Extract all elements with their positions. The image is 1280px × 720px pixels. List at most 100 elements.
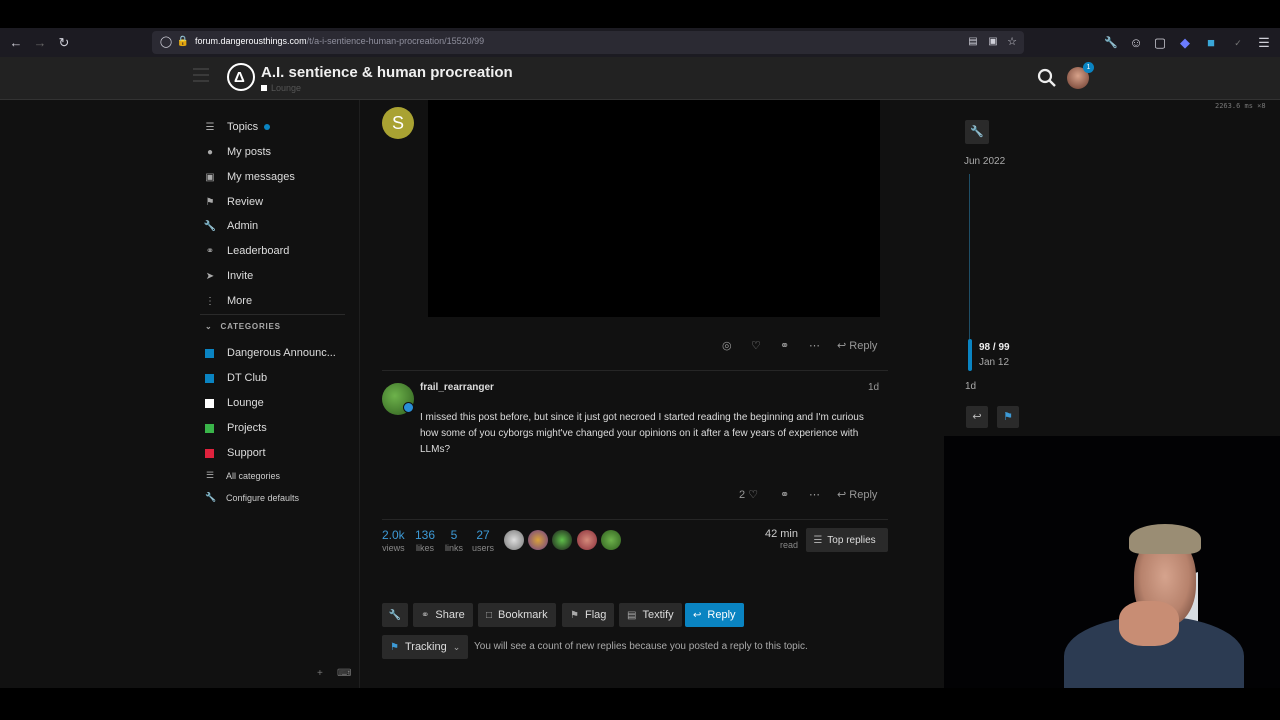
stat-links[interactable]: 5 links	[445, 528, 463, 553]
participant-avatar[interactable]	[552, 530, 572, 550]
link-icon: ⚭	[205, 245, 215, 257]
admin-wrench-button[interactable]: 🔧	[382, 603, 408, 627]
timeline-end-date[interactable]: 1d	[965, 381, 976, 392]
hamburger-icon[interactable]	[193, 68, 209, 84]
sidebar-item-review[interactable]: ⚑ Review	[203, 192, 264, 212]
webcam-person-hair	[1129, 524, 1201, 554]
address-bar[interactable]: ◯ 🔒 forum.dangerousthings.com/t/a-i-sent…	[152, 31, 1024, 54]
inbox-icon: ▣	[205, 171, 215, 183]
sidebar-item-admin[interactable]: 🔧 Admin	[203, 216, 258, 236]
like-count[interactable]: 2 ♡	[739, 488, 758, 501]
sidebar-item-invite[interactable]: ➤ Invite	[203, 266, 254, 286]
forward-icon[interactable]: →	[31, 34, 49, 52]
wrench-icon[interactable]: 🔧	[1102, 34, 1120, 52]
topic-admin-wrench-button[interactable]: 🔧	[965, 120, 989, 144]
topic-title[interactable]: A.I. sentience & human procreation	[261, 64, 513, 81]
post-username[interactable]: frail_rearranger	[420, 382, 494, 393]
browser-toolbar: ← → ↻ ◯ 🔒 forum.dangerousthings.com/t/a-…	[0, 28, 1280, 57]
sidebar-item-leaderboard[interactable]: ⚭ Leaderboard	[203, 241, 290, 261]
top-replies-button[interactable]: ☰ Top replies	[806, 528, 888, 552]
category-item-announcements[interactable]: Dangerous Announc...	[205, 344, 336, 362]
categories-heading[interactable]: ⌄ CATEGORIES	[205, 322, 281, 331]
url-text[interactable]: forum.dangerousthings.com/t/a-i-sentienc…	[195, 36, 484, 46]
sidebar-item-more[interactable]: ⋮ More	[203, 291, 252, 311]
keyboard-icon[interactable]: ⌨	[337, 668, 351, 679]
notification-badge[interactable]: 1	[1083, 62, 1094, 73]
timeline-date: Jan 12	[979, 357, 1010, 368]
add-section-icon[interactable]: +	[317, 668, 323, 679]
reply-button[interactable]: ↩ Reply	[685, 603, 744, 627]
read-time: 42 min read	[764, 528, 798, 550]
extension-check-icon[interactable]: ✓	[1229, 34, 1247, 52]
copy-link-icon[interactable]: ⚭	[780, 339, 789, 352]
participant-avatar[interactable]	[577, 530, 597, 550]
unread-dot	[264, 124, 271, 130]
account-icon[interactable]: ☺	[1127, 34, 1145, 52]
shield-icon[interactable]: ◯	[157, 33, 175, 51]
timeline-reply-button[interactable]: ↩	[966, 406, 988, 428]
chevron-down-icon: ⌄	[205, 322, 213, 331]
user-icon: ●	[206, 146, 214, 158]
reply-button[interactable]: ↩ Reply	[837, 339, 877, 352]
reply-arrow-icon: ↩	[837, 340, 847, 352]
sidebar-item-my-messages[interactable]: ▣ My messages	[203, 167, 295, 187]
more-icon[interactable]: ⋯	[809, 488, 820, 501]
participant-avatar[interactable]	[504, 530, 524, 550]
star-icon[interactable]: ☆	[1003, 33, 1021, 51]
translate-icon[interactable]: ◎	[722, 339, 732, 352]
reader-icon[interactable]: ▤	[964, 33, 982, 51]
tracking-dropdown[interactable]: ⚑ Tracking ⌄	[382, 635, 468, 659]
bell-icon: ⚑	[1003, 411, 1013, 423]
participant-avatar[interactable]	[528, 530, 548, 550]
poster-avatar[interactable]: S	[382, 107, 414, 139]
list-icon: ☰	[205, 470, 215, 480]
textify-button[interactable]: ▤ Textify	[619, 603, 682, 627]
post-actions: ◎ ♡ ⚭ ⋯ ↩ Reply	[722, 339, 888, 355]
webcam-person-hand	[1119, 601, 1179, 646]
category-item-dt-club[interactable]: DT Club	[205, 369, 267, 387]
back-icon[interactable]: ←	[7, 34, 25, 52]
category-item-lounge[interactable]: Lounge	[205, 394, 264, 412]
extension-square-icon[interactable]: ■	[1202, 34, 1220, 52]
site-logo[interactable]: Δ	[227, 63, 255, 91]
extension-badge-icon[interactable]: ◆	[1176, 34, 1194, 52]
stat-users[interactable]: 27 users	[472, 528, 494, 553]
like-icon[interactable]: ♡	[751, 339, 761, 352]
flag-button[interactable]: ⚑ Flag	[562, 603, 615, 627]
stat-views: 2.0k views	[382, 528, 405, 553]
sidebar-item-my-posts[interactable]: ● My posts	[203, 142, 271, 162]
timeline-track[interactable]	[969, 174, 970, 339]
lock-icon[interactable]: 🔒	[174, 33, 192, 51]
link-icon: ⚭	[421, 609, 430, 621]
embedded-video[interactable]	[428, 100, 880, 317]
extensions-icon[interactable]: ▢	[1151, 34, 1169, 52]
more-icon[interactable]: ⋯	[809, 339, 820, 352]
wrench-icon: 🔧	[205, 492, 217, 502]
screenshot-icon[interactable]: ▣	[984, 33, 1002, 51]
category-color-swatch	[205, 398, 214, 408]
category-item-support[interactable]: Support	[205, 444, 266, 462]
all-categories-link[interactable]: ☰ All categories	[205, 470, 280, 481]
document-icon: ▤	[627, 609, 637, 621]
search-icon[interactable]	[1037, 68, 1057, 88]
topic-category[interactable]: Lounge	[261, 83, 301, 93]
forum-header: Δ A.I. sentience & human procreation Lou…	[0, 57, 1280, 100]
bell-icon: ⚑	[390, 641, 399, 653]
configure-defaults-link[interactable]: 🔧 Configure defaults	[205, 492, 299, 503]
share-button[interactable]: ⚭ Share	[413, 603, 473, 627]
menu-icon[interactable]: ☰	[1255, 34, 1273, 52]
reply-arrow-icon: ↩	[837, 489, 847, 501]
category-item-projects[interactable]: Projects	[205, 419, 267, 437]
timeline-start-date[interactable]: Jun 2022	[964, 156, 1005, 167]
reload-icon[interactable]: ↻	[55, 34, 73, 52]
wrench-icon: 🔧	[970, 126, 984, 138]
copy-link-icon[interactable]: ⚭	[780, 488, 789, 501]
sidebar-item-topics[interactable]: ☰ Topics	[203, 117, 271, 137]
post-age[interactable]: 1d	[868, 382, 879, 393]
timeline-handle[interactable]	[968, 339, 972, 371]
bookmark-button[interactable]: □ Bookmark	[478, 603, 556, 627]
participant-avatar[interactable]	[601, 530, 621, 550]
category-color-swatch	[205, 348, 214, 358]
timeline-notification-button[interactable]: ⚑	[997, 406, 1019, 428]
reply-button[interactable]: ↩ Reply	[837, 488, 877, 501]
